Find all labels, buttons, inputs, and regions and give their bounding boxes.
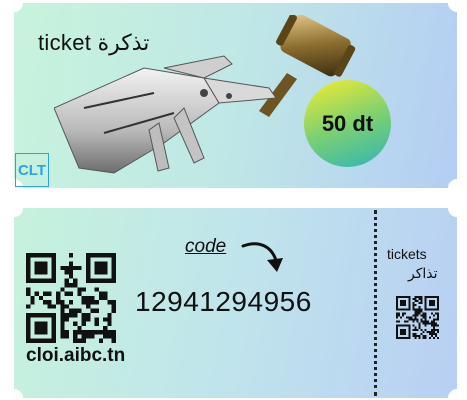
notch <box>14 208 23 217</box>
notch <box>448 3 457 12</box>
notch <box>14 3 23 12</box>
qr-code-icon <box>26 253 116 343</box>
arrow-icon <box>241 242 283 272</box>
small-qr-code-icon <box>396 296 439 339</box>
notch <box>14 389 23 398</box>
notch <box>448 179 457 188</box>
brand-logo: CLT <box>15 153 49 187</box>
ticket-bottom: code 12941294956 cloi.aibc.tn tickets تذ… <box>14 208 457 398</box>
ticket-number: 12941294956 <box>135 286 312 317</box>
notch <box>448 208 457 217</box>
perforation-line <box>374 210 377 396</box>
notch <box>448 389 457 398</box>
code-label: code <box>185 236 227 257</box>
brand-text: CLT <box>17 161 47 179</box>
robot-hand-image <box>54 55 277 174</box>
price-text: 50 dt <box>321 110 374 136</box>
website-text: cloi.aibc.tn <box>26 345 126 366</box>
price-badge: 50 dt <box>304 80 391 167</box>
stub-text-ar: تذاكر <box>408 265 438 281</box>
ticket-top: ticket تذكرة 50 dt CLT <box>14 3 457 188</box>
stub-text-en: tickets <box>387 246 427 262</box>
